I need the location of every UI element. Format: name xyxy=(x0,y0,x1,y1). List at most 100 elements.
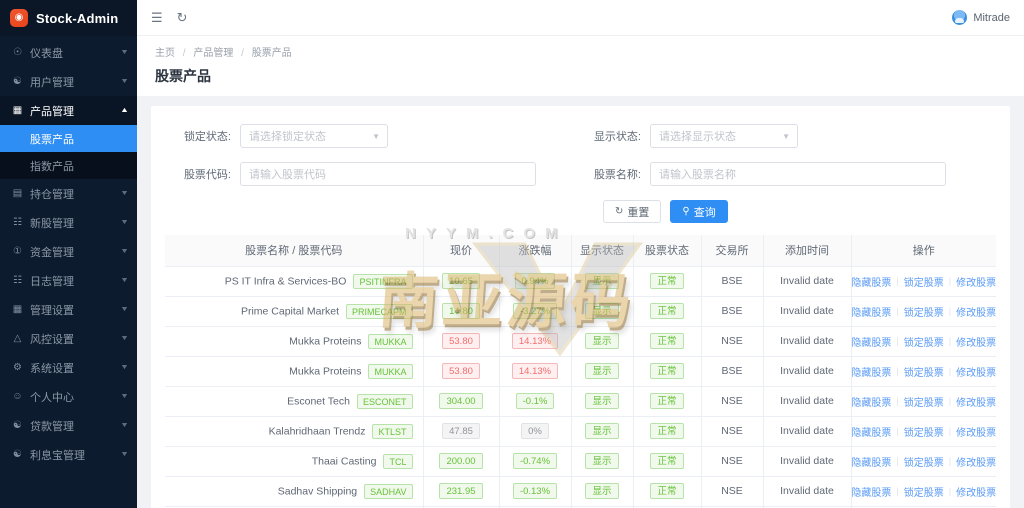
breadcrumb-separator: / xyxy=(241,48,244,59)
hide-stock-link[interactable]: 隐藏股票 xyxy=(851,454,896,469)
sidebar-item-admin-settings[interactable]: ▦ 管理设置 ▼ xyxy=(0,295,137,324)
hide-stock-link[interactable]: 隐藏股票 xyxy=(851,484,896,499)
stock-code-input[interactable]: 请输入股票代码 xyxy=(240,162,536,186)
edit-stock-link[interactable]: 修改股票 xyxy=(951,334,996,349)
sidebar-item-risk-settings[interactable]: △ 风控设置 ▼ xyxy=(0,324,137,353)
sidebar-item-ipo[interactable]: ☷ 新股管理 ▼ xyxy=(0,208,137,237)
hide-stock-link[interactable]: 隐藏股票 xyxy=(851,424,896,439)
log-icon: ☷ xyxy=(11,275,24,286)
stock-code-tag: KTLST xyxy=(372,424,412,439)
search-button[interactable]: ⚲ 查询 xyxy=(670,200,727,223)
cell-name-code: PS IT Infra & Services-BOPSITINFRA xyxy=(165,266,423,296)
stock-status-badge: 正常 xyxy=(650,333,683,349)
edit-stock-link[interactable]: 修改股票 xyxy=(951,424,996,439)
edit-stock-link[interactable]: 修改股票 xyxy=(951,274,996,289)
lock-stock-link[interactable]: 锁定股票 xyxy=(899,424,949,439)
table-head: 股票名称 / 股票代码 现价 涨跌幅 显示状态 股票状态 交易所 添加时间 操作 xyxy=(165,235,996,266)
stock-code-tag: ESCONET xyxy=(357,394,413,409)
filter-stock-code: 股票代码: 请输入股票代码 xyxy=(169,162,579,186)
lock-stock-link[interactable]: 锁定股票 xyxy=(899,304,949,319)
sidebar-item-index-products[interactable]: 指数产品 xyxy=(0,152,137,179)
cell-exchange: BSE xyxy=(701,296,763,326)
sidebar-item-products[interactable]: ▦ 产品管理 ▲ xyxy=(0,96,137,125)
cell-change: 14.13% xyxy=(499,326,571,356)
cell-price: 231.95 xyxy=(423,476,499,506)
sidebar-item-label: 持仓管理 xyxy=(30,186,121,202)
table-row: Prime Capital MarketPRIMECAPM14.80-3.27%… xyxy=(165,296,996,326)
row-actions: 隐藏股票|锁定股票|修改股票 xyxy=(856,304,993,319)
cell-added-time: Invalid date xyxy=(763,476,851,506)
chart-icon: ▦ xyxy=(11,105,24,116)
show-status-select[interactable]: 请选择显示状态 ▼ xyxy=(650,124,798,148)
lock-stock-link[interactable]: 锁定股票 xyxy=(899,274,949,289)
cell-show-status: 显示 xyxy=(571,476,633,506)
sidebar-item-logs[interactable]: ☷ 日志管理 ▼ xyxy=(0,266,137,295)
chevron-down-icon: ▼ xyxy=(120,422,129,429)
hide-stock-link[interactable]: 隐藏股票 xyxy=(851,394,896,409)
sidebar-item-interest[interactable]: ☯ 利息宝管理 ▼ xyxy=(0,440,137,469)
edit-stock-link[interactable]: 修改股票 xyxy=(951,304,996,319)
cell-stock-status: 正常 xyxy=(633,266,701,296)
menu-collapse-icon[interactable]: ☰ xyxy=(151,11,163,24)
lock-stock-link[interactable]: 锁定股票 xyxy=(899,394,949,409)
edit-stock-link[interactable]: 修改股票 xyxy=(951,454,996,469)
cell-actions: 隐藏股票|锁定股票|修改股票 xyxy=(851,476,996,506)
hide-stock-link[interactable]: 隐藏股票 xyxy=(851,274,896,289)
user-menu[interactable]: Mitrade xyxy=(952,10,1010,25)
edit-stock-link[interactable]: 修改股票 xyxy=(951,484,996,499)
stock-code-tag: MUKKA xyxy=(368,364,412,379)
sidebar-item-stock-products[interactable]: 股票产品 xyxy=(0,125,137,152)
stock-code-tag: PSITINFRA xyxy=(353,274,412,289)
cell-added-time: Invalid date xyxy=(763,446,851,476)
cell-price: 53.80 xyxy=(423,326,499,356)
hide-stock-link[interactable]: 隐藏股票 xyxy=(851,334,896,349)
position-icon: ▤ xyxy=(11,188,24,199)
sidebar-item-dashboard[interactable]: ☉ 仪表盘 ▼ xyxy=(0,38,137,67)
sidebar-item-label: 系统设置 xyxy=(30,360,121,376)
change-pill: 0% xyxy=(521,423,549,439)
reset-button[interactable]: ↻ 重置 xyxy=(603,200,661,223)
lock-stock-link[interactable]: 锁定股票 xyxy=(899,334,949,349)
filter-row-1: 锁定状态: 请选择锁定状态 ▼ 显示状态: 请选择显示状态 ▼ xyxy=(169,124,992,148)
change-pill: -0.1% xyxy=(516,393,555,409)
sidebar-item-system-settings[interactable]: ⚙ 系统设置 ▼ xyxy=(0,353,137,382)
lock-stock-link[interactable]: 锁定股票 xyxy=(899,484,949,499)
stock-name: Sadhav Shipping xyxy=(278,485,357,497)
lock-stock-link[interactable]: 锁定股票 xyxy=(899,454,949,469)
lock-status-value: 请选择锁定状态 xyxy=(249,128,326,144)
sidebar-item-funds[interactable]: ① 资金管理 ▼ xyxy=(0,237,137,266)
sidebar-item-positions[interactable]: ▤ 持仓管理 ▼ xyxy=(0,179,137,208)
sidebar-item-loans[interactable]: ☯ 贷款管理 ▼ xyxy=(0,411,137,440)
cell-exchange: NSE xyxy=(701,326,763,356)
cell-actions: 隐藏股票|锁定股票|修改股票 xyxy=(851,446,996,476)
show-status-badge: 显示 xyxy=(585,483,618,499)
chevron-down-icon: ▼ xyxy=(120,78,129,85)
row-actions: 隐藏股票|锁定股票|修改股票 xyxy=(856,364,993,379)
lock-status-select[interactable]: 请选择锁定状态 ▼ xyxy=(240,124,388,148)
sidebar-item-users[interactable]: ☯ 用户管理 ▼ xyxy=(0,67,137,96)
stock-status-badge: 正常 xyxy=(650,273,683,289)
hide-stock-link[interactable]: 隐藏股票 xyxy=(851,364,896,379)
edit-stock-link[interactable]: 修改股票 xyxy=(951,394,996,409)
show-status-badge: 显示 xyxy=(585,423,618,439)
sidebar-subitem-label: 股票产品 xyxy=(30,131,74,147)
cell-stock-status: 正常 xyxy=(633,386,701,416)
cell-added-time: Invalid date xyxy=(763,416,851,446)
lock-stock-link[interactable]: 锁定股票 xyxy=(899,364,949,379)
refresh-icon[interactable]: ↻ xyxy=(177,11,188,24)
person-icon: ☺ xyxy=(11,391,24,402)
sidebar-item-label: 产品管理 xyxy=(30,103,121,119)
stock-name-input[interactable]: 请输入股票名称 xyxy=(650,162,946,186)
filter-stock-name: 股票名称: 请输入股票名称 xyxy=(579,162,989,186)
sidebar-item-profile[interactable]: ☺ 个人中心 ▼ xyxy=(0,382,137,411)
filter-lock-status: 锁定状态: 请选择锁定状态 ▼ xyxy=(169,124,579,148)
breadcrumb-level2[interactable]: 产品管理 xyxy=(193,48,233,59)
stock-code-tag: PRIMECAPM xyxy=(346,304,413,319)
col-exchange: 交易所 xyxy=(701,235,763,266)
sidebar-logo[interactable]: ◉ Stock-Admin xyxy=(0,0,137,36)
breadcrumb-home[interactable]: 主页 xyxy=(155,48,175,59)
edit-stock-link[interactable]: 修改股票 xyxy=(951,364,996,379)
cell-price: 304.00 xyxy=(423,386,499,416)
hide-stock-link[interactable]: 隐藏股票 xyxy=(851,304,896,319)
breadcrumb-current: 股票产品 xyxy=(252,48,292,59)
